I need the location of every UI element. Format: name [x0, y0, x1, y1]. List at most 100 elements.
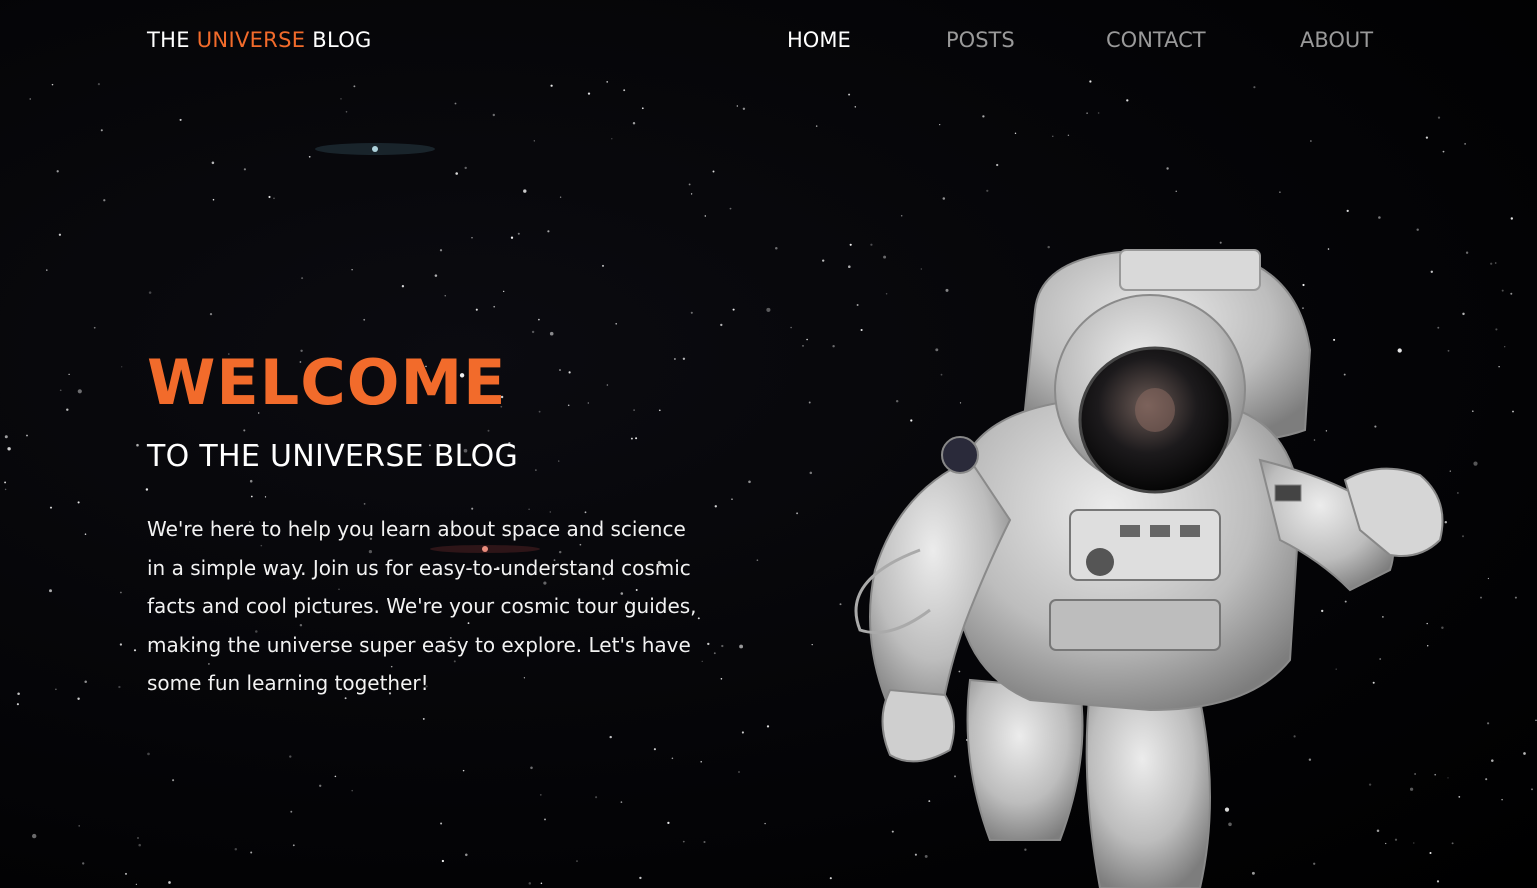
star [68, 373, 70, 376]
star [363, 503, 366, 505]
star [179, 118, 182, 121]
star [714, 505, 717, 508]
star [559, 196, 562, 198]
star [1512, 410, 1514, 413]
star [756, 559, 759, 562]
star [639, 876, 642, 880]
star [741, 731, 744, 734]
star [632, 121, 636, 125]
star [119, 591, 122, 594]
nav-link-posts[interactable]: POSTS [946, 28, 1015, 52]
nav-link-home[interactable]: HOME [787, 28, 851, 52]
star [1166, 167, 1169, 170]
star [1487, 722, 1490, 725]
star [422, 717, 425, 720]
star [738, 771, 740, 773]
nav-link-about[interactable]: ABOUT [1300, 28, 1373, 52]
star [1504, 346, 1506, 348]
star [211, 161, 215, 165]
star [690, 193, 693, 195]
star [46, 269, 48, 271]
star [441, 859, 445, 863]
star [775, 246, 778, 250]
hero-title: WELCOME [147, 346, 507, 419]
star [1126, 99, 1129, 102]
star [138, 843, 141, 847]
star [462, 769, 465, 772]
star [1346, 209, 1349, 213]
nav-link-contact[interactable]: CONTACT [1106, 28, 1206, 52]
star [796, 512, 799, 515]
star [1494, 262, 1497, 264]
star [1487, 577, 1490, 580]
star [1014, 132, 1017, 134]
star [739, 644, 744, 649]
star [147, 752, 150, 756]
star [766, 725, 770, 728]
star [700, 761, 702, 763]
star [51, 83, 54, 86]
star [576, 860, 578, 862]
star [439, 249, 443, 252]
star [340, 98, 342, 100]
star [135, 883, 138, 886]
star [1425, 136, 1429, 139]
star [4, 481, 7, 484]
star [17, 692, 20, 696]
star [635, 437, 638, 440]
star [690, 311, 693, 314]
star [32, 833, 37, 839]
star [268, 195, 271, 199]
star [806, 338, 808, 341]
star [986, 189, 989, 192]
star [658, 409, 661, 412]
star [209, 312, 213, 316]
star [606, 81, 609, 83]
star [289, 755, 292, 758]
star [1442, 150, 1445, 153]
star [595, 796, 598, 799]
star [493, 305, 496, 308]
star [1523, 752, 1526, 755]
star [136, 443, 139, 447]
star [713, 652, 716, 655]
star [1490, 262, 1493, 265]
star [539, 794, 542, 796]
star [440, 822, 443, 825]
star [29, 98, 31, 100]
star [1480, 596, 1482, 599]
star [250, 495, 253, 498]
star [1086, 112, 1088, 114]
star [587, 402, 589, 404]
star [721, 644, 724, 648]
star [630, 437, 633, 440]
star [250, 851, 253, 854]
star [558, 460, 560, 462]
star [620, 801, 623, 803]
star [249, 479, 253, 483]
star [623, 89, 626, 92]
star [465, 853, 468, 857]
star [533, 140, 535, 142]
star [487, 429, 490, 432]
star [84, 680, 87, 683]
star [77, 501, 80, 504]
star [7, 447, 11, 451]
star [815, 125, 818, 127]
star [764, 822, 766, 825]
star [942, 197, 946, 200]
star [82, 862, 85, 865]
star [732, 308, 735, 311]
top-navigation: THE UNIVERSE BLOG HOME POSTS CONTACT ABO… [0, 0, 1537, 80]
page: THE UNIVERSE BLOG HOME POSTS CONTACT ABO… [0, 0, 1537, 888]
star [1089, 80, 1092, 83]
star [517, 232, 520, 235]
star [1485, 778, 1488, 781]
star [535, 469, 537, 471]
star [682, 357, 686, 360]
star [549, 331, 554, 336]
star [587, 92, 591, 95]
star [1464, 143, 1466, 145]
star [1175, 190, 1177, 192]
star [492, 113, 495, 117]
